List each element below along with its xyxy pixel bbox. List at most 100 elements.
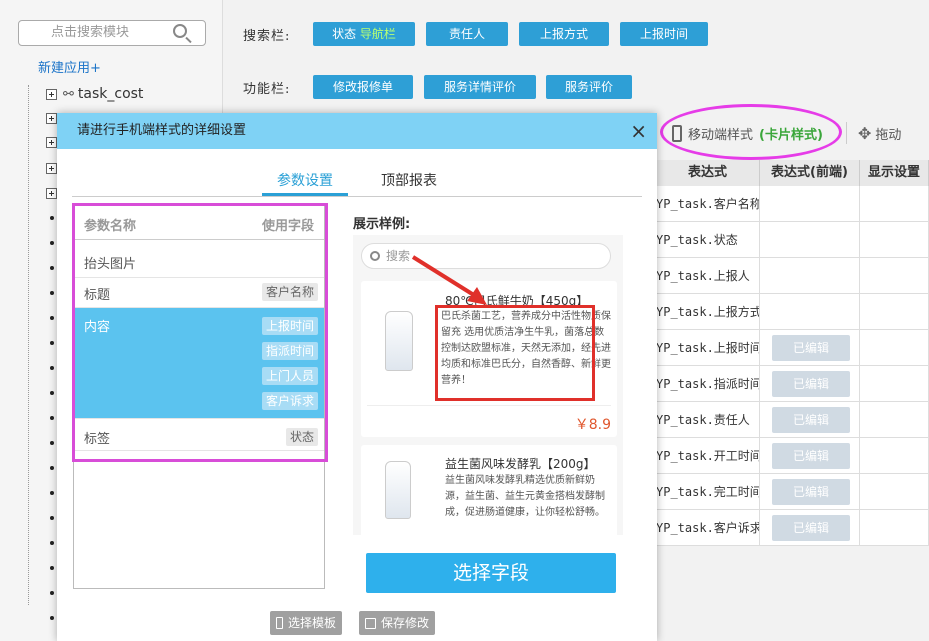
expression-cell: YP_task.开工时间: [656, 438, 760, 473]
frontend-cell: 已编辑: [760, 366, 860, 401]
expression-cell: YP_task.客户诉求: [656, 510, 760, 545]
search-placeholder: 点击搜索模块: [51, 25, 130, 40]
expand-icon[interactable]: [46, 187, 57, 199]
report-method-button[interactable]: 上报方式: [519, 22, 609, 46]
expression-cell: YP_task.上报人: [656, 258, 760, 293]
arrow-icon: [411, 255, 487, 305]
expand-icon[interactable]: [46, 88, 57, 100]
edited-button[interactable]: 已编辑: [772, 370, 850, 397]
frontend-cell: 已编辑: [760, 330, 860, 365]
tree-bullet: [50, 616, 54, 620]
expand-icon[interactable]: [46, 112, 57, 124]
expand-icon[interactable]: [46, 162, 57, 174]
tab-top-report[interactable]: 顶部报表: [381, 170, 437, 190]
expand-icon[interactable]: [46, 136, 57, 148]
search-icon[interactable]: [173, 24, 187, 38]
frontend-cell: [760, 222, 860, 257]
tree-bullet: [50, 466, 54, 470]
mobile-style-label: 移动端样式: [688, 128, 754, 143]
field-table: 表达式 表达式(前端) 显示设置 YP_task.客户名称 YP_task.状态 Y…: [656, 160, 929, 546]
tree-bullet: [50, 241, 54, 245]
table-row: YP_task.客户诉求 已编辑: [656, 510, 929, 546]
tree-bullet: [50, 366, 54, 370]
display-settings-cell[interactable]: [860, 294, 929, 329]
new-app-link[interactable]: 新建应用+: [38, 57, 101, 76]
param-highlight-box: [72, 203, 328, 462]
edited-button[interactable]: 已编辑: [772, 406, 850, 433]
tab-param-settings[interactable]: 参数设置: [277, 170, 333, 190]
tree-bullet: [50, 516, 54, 520]
choose-template-button[interactable]: 选择模板: [270, 611, 343, 635]
table-row: YP_task.指派时间 已编辑: [656, 366, 929, 402]
report-time-button[interactable]: 上报时间: [620, 22, 708, 46]
frontend-cell: 已编辑: [760, 438, 860, 473]
display-settings-cell[interactable]: [860, 186, 929, 221]
active-tab-indicator: [262, 193, 348, 196]
col-expression: 表达式: [656, 160, 760, 186]
expression-cell: YP_task.状态: [656, 222, 760, 257]
display-settings-cell[interactable]: [860, 366, 929, 401]
select-field-button[interactable]: 选择字段: [366, 553, 616, 593]
col-display-settings: 显示设置: [860, 160, 929, 186]
display-settings-cell[interactable]: [860, 330, 929, 365]
expression-cell: YP_task.上报时间: [656, 330, 760, 365]
drag-button[interactable]: ✥ 拖动: [858, 124, 901, 143]
expression-cell: YP_task.上报方式: [656, 294, 760, 329]
save-changes-button[interactable]: 保存修改: [359, 611, 436, 635]
module-search-input[interactable]: 点击搜索模块: [18, 20, 206, 46]
col-expression-frontend: 表达式(前端): [760, 160, 860, 186]
product-price: ￥8.9: [574, 417, 611, 433]
table-row: YP_task.上报时间 已编辑: [656, 330, 929, 366]
expression-cell: YP_task.指派时间: [656, 366, 760, 401]
status-nav-button[interactable]: 状态 导航栏: [313, 22, 415, 46]
product-card: 益生菌风味发酵乳【200g】 益生菌风味发酵乳精选优质新鲜奶源，益生菌、益生元黄…: [361, 445, 617, 535]
edited-button[interactable]: 已编辑: [772, 442, 850, 469]
frontend-cell: 已编辑: [760, 474, 860, 509]
edited-button[interactable]: 已编辑: [772, 334, 850, 361]
tab-divider: [72, 196, 642, 197]
tree-bullet: [50, 566, 54, 570]
frontend-cell: [760, 258, 860, 293]
display-settings-cell[interactable]: [860, 510, 929, 545]
display-settings-cell[interactable]: [860, 258, 929, 293]
tree-node[interactable]: ⚯ task_cost: [46, 85, 143, 103]
display-settings-cell[interactable]: [860, 222, 929, 257]
content-highlight-box: [435, 305, 595, 401]
frontend-cell: [760, 186, 860, 221]
assignee-button[interactable]: 责任人: [426, 22, 508, 46]
service-detail-rating-button[interactable]: 服务详情评价: [424, 75, 536, 99]
tree-bullet: [50, 291, 54, 295]
service-rating-button[interactable]: 服务评价: [546, 75, 632, 99]
divider: [846, 122, 847, 144]
product-title: 益生菌风味发酵乳【200g】: [445, 457, 596, 471]
card-divider: [367, 405, 611, 406]
table-row: YP_task.状态: [656, 222, 929, 258]
status-label: 状态: [332, 27, 357, 41]
tree-node-label: task_cost: [77, 86, 144, 102]
close-icon[interactable]: ×: [630, 113, 647, 149]
tree-bullet: [50, 441, 54, 445]
display-settings-cell[interactable]: [860, 402, 929, 437]
table-row: YP_task.开工时间 已编辑: [656, 438, 929, 474]
save-icon: [365, 617, 376, 629]
phone-icon: [672, 125, 682, 142]
phone-icon: [276, 617, 283, 629]
display-settings-cell[interactable]: [860, 438, 929, 473]
move-icon: ✥: [858, 124, 872, 143]
card-style-tag: (卡片样式): [759, 128, 823, 143]
edited-button[interactable]: 已编辑: [772, 478, 850, 505]
table-row: YP_task.责任人 已编辑: [656, 402, 929, 438]
tree-guide-line: [28, 85, 29, 605]
drag-label: 拖动: [875, 128, 902, 143]
mobile-style-button[interactable]: 移动端样式 (卡片样式): [672, 124, 823, 143]
dialog-header: 请进行手机端样式的详细设置 ×: [57, 113, 657, 149]
function-bar-label: 功能栏:: [243, 82, 291, 97]
edited-button[interactable]: 已编辑: [772, 514, 850, 541]
table-row: YP_task.上报方式: [656, 294, 929, 330]
mobile-style-dialog: 请进行手机端样式的详细设置 × 参数设置 顶部报表 参数名称 使用字段 抬头图片…: [57, 113, 657, 641]
display-settings-cell[interactable]: [860, 474, 929, 509]
edit-repair-button[interactable]: 修改报修单: [313, 75, 413, 99]
table-header: 表达式 表达式(前端) 显示设置: [656, 160, 929, 186]
expression-cell: YP_task.完工时间: [656, 474, 760, 509]
frontend-cell: 已编辑: [760, 510, 860, 545]
